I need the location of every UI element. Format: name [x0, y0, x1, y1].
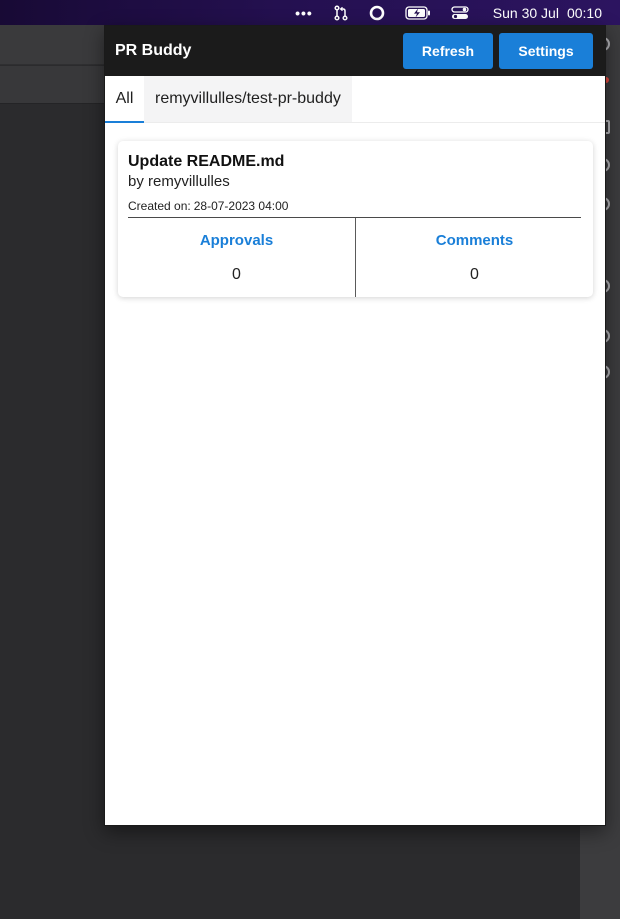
more-dots-icon[interactable]: ••• [295, 0, 313, 25]
comments-count: 0 [470, 266, 479, 283]
app-title: PR Buddy [115, 42, 192, 59]
pr-buddy-window: PR Buddy Refresh Settings All remyvillul… [104, 25, 606, 826]
repository-tabs: All remyvillulles/test-pr-buddy [105, 76, 605, 123]
pull-request-card[interactable]: Update README.md by remyvillulles Create… [118, 141, 593, 297]
comments-label: Comments [435, 232, 514, 249]
tab-all[interactable]: All [105, 76, 144, 123]
control-center-icon[interactable] [451, 0, 469, 25]
menu-bar-clock[interactable]: Sun 30 Jul 00:10 [493, 0, 602, 25]
menu-bar-date: Sun 30 Jul [492, 4, 559, 21]
menu-bar: ••• Sun 30 Jul 00:10 [0, 0, 620, 25]
pr-created-label: Created on: [128, 199, 191, 213]
settings-button[interactable]: Settings [499, 33, 593, 69]
approvals-count: 0 [232, 266, 241, 283]
approvals-label: Approvals [199, 232, 274, 249]
approvals-stat: Approvals 0 [118, 218, 355, 297]
pr-created-value: 28-07-2023 04:00 [193, 199, 289, 213]
git-pull-request-icon[interactable] [333, 0, 349, 25]
pr-created-date: Created on: 28-07-2023 04:00 [128, 199, 288, 213]
tab-repo-test-pr-buddy[interactable]: remyvillulles/test-pr-buddy [144, 76, 352, 122]
pr-author: by remyvillulles [128, 173, 230, 190]
battery-charging-icon[interactable] [405, 0, 431, 25]
pull-request-list: Update README.md by remyvillulles Create… [105, 124, 605, 825]
pr-stats: Approvals 0 Comments 0 [118, 218, 593, 297]
refresh-button[interactable]: Refresh [403, 33, 493, 69]
record-circle-icon[interactable] [369, 0, 385, 25]
pr-title: Update README.md [128, 153, 285, 170]
app-header: PR Buddy Refresh Settings [105, 26, 605, 76]
menu-bar-time: 00:10 [566, 4, 602, 21]
comments-stat: Comments 0 [355, 218, 593, 297]
